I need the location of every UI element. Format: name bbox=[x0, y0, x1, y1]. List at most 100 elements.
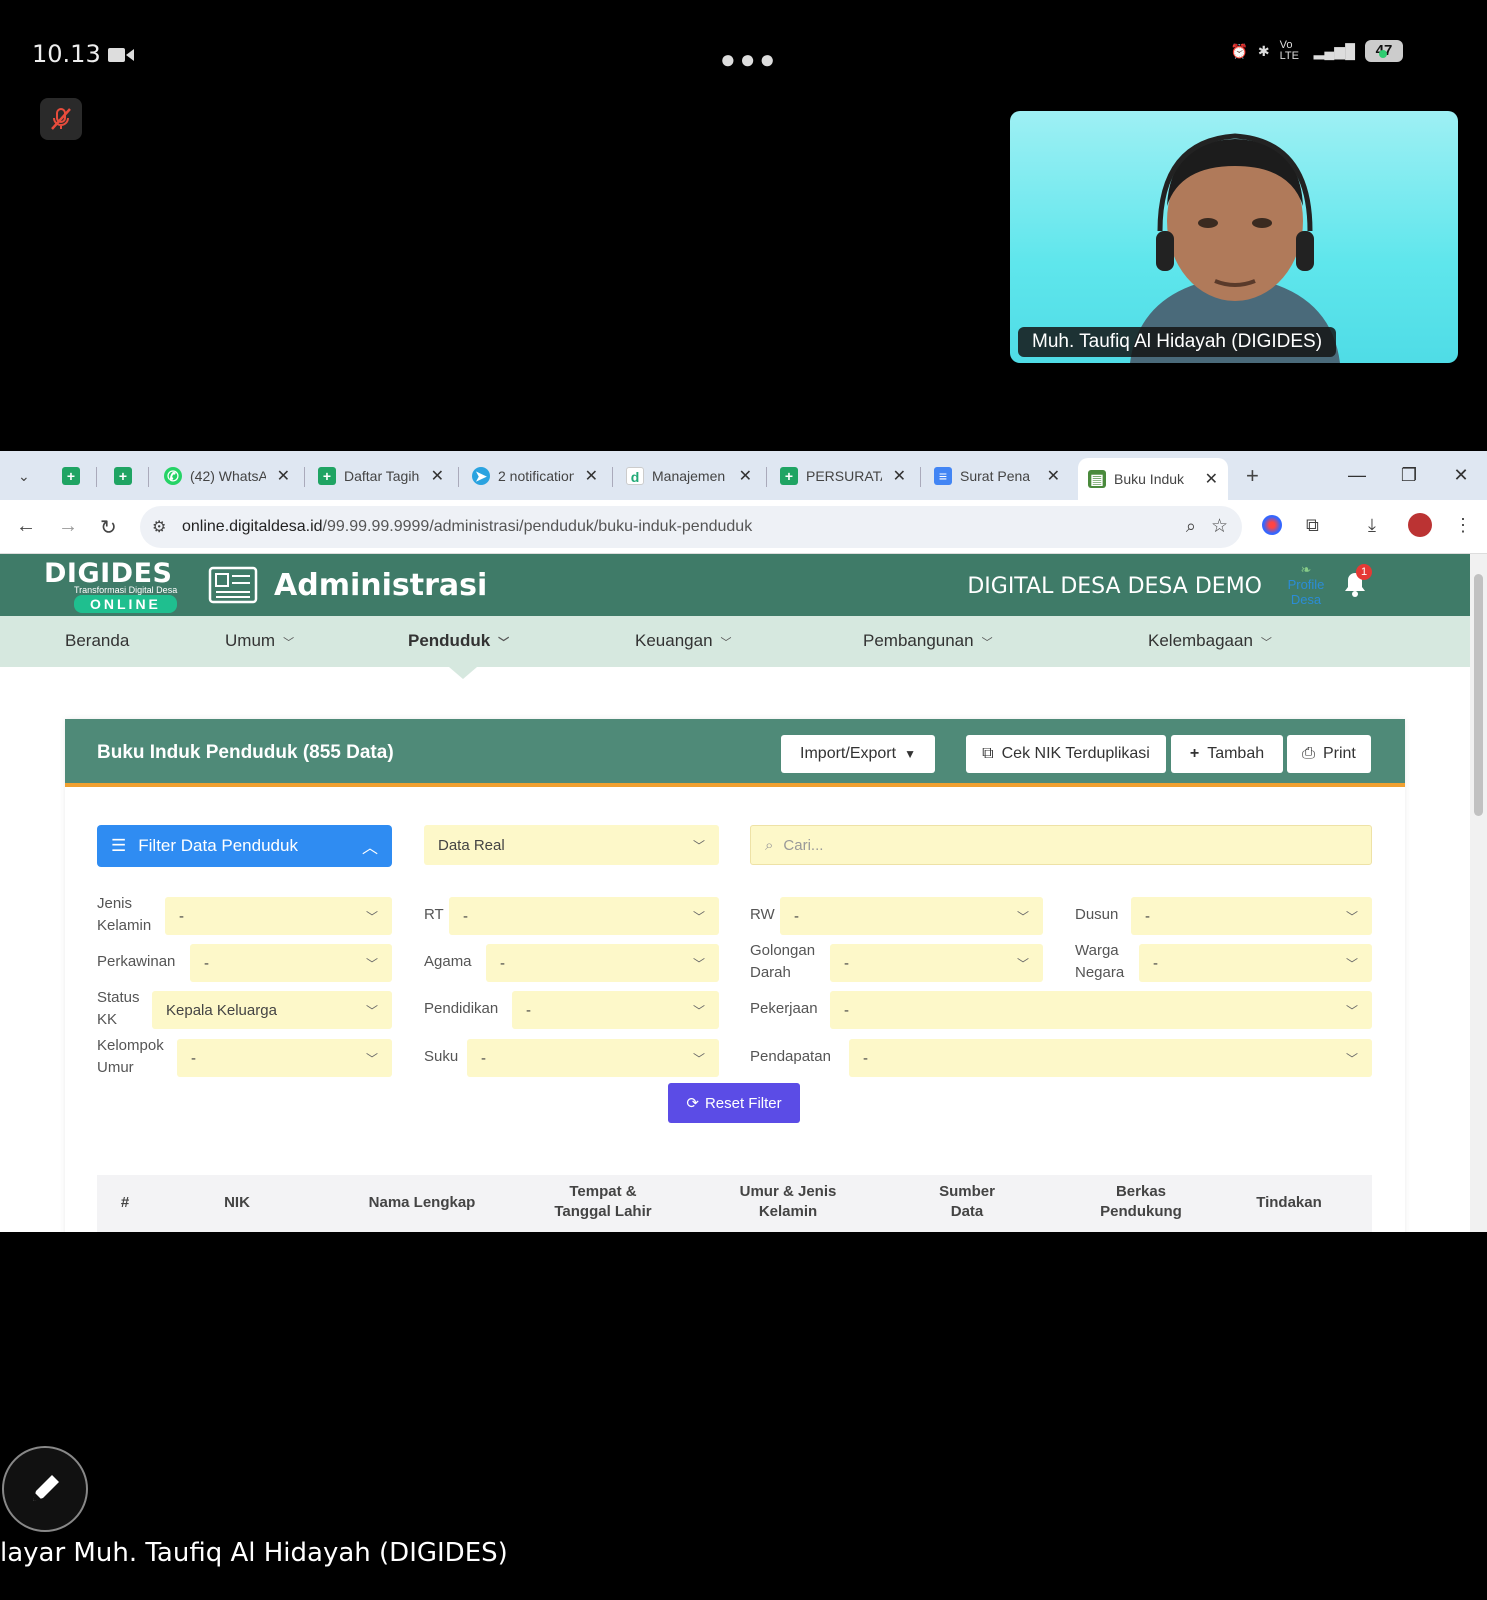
tab-search-button[interactable]: ⌄ bbox=[8, 458, 44, 494]
tab-manajemen[interactable]: d Manajemen ✕ bbox=[616, 458, 762, 494]
digitaldesa-icon: d bbox=[626, 467, 644, 485]
alarm-icon: ⏰ bbox=[1230, 42, 1248, 59]
page-scrollbar[interactable] bbox=[1470, 554, 1487, 1232]
card-header: Buku Induk Penduduk (855 Data) Import/Ex… bbox=[65, 719, 1405, 787]
chevron-down-icon: ﹀ bbox=[1016, 956, 1029, 971]
more-options-icon[interactable]: ●●● bbox=[720, 44, 779, 75]
tambah-button[interactable]: + Tambah bbox=[1171, 735, 1283, 773]
select-warga-negara[interactable]: - ﹀ bbox=[1139, 944, 1372, 982]
tab-pinned-sheets-1[interactable]: + bbox=[52, 458, 92, 494]
chevron-down-icon: ⌄ bbox=[18, 467, 30, 484]
scroll-thumb[interactable] bbox=[1474, 574, 1483, 816]
select-kelompok-umur[interactable]: - ﹀ bbox=[177, 1039, 392, 1077]
col-berkas: Berkas Pendukung bbox=[1100, 1183, 1182, 1220]
close-tab-icon[interactable]: ✕ bbox=[277, 466, 290, 486]
mic-muted-button[interactable] bbox=[40, 98, 82, 140]
label-rw: RW bbox=[750, 906, 775, 923]
button-label: Cek NIK Terduplikasi bbox=[1001, 745, 1150, 762]
label-kelompok-umur: Kelompok Umur bbox=[97, 1037, 164, 1076]
chevron-down-icon: ﹀ bbox=[692, 956, 705, 971]
browser-menu-icon[interactable]: ⋮ bbox=[1454, 515, 1472, 536]
sheets-icon: + bbox=[780, 467, 798, 485]
close-tab-icon[interactable]: ✕ bbox=[431, 466, 444, 486]
label-agama: Agama bbox=[424, 953, 472, 970]
extension-icon[interactable] bbox=[1262, 515, 1282, 535]
restore-icon[interactable]: ❐ bbox=[1383, 465, 1435, 486]
select-suku[interactable]: - ﹀ bbox=[467, 1039, 719, 1077]
nav-keuangan[interactable]: Keuangan ﹀ bbox=[635, 631, 732, 651]
tab-telegram[interactable]: ➤ 2 notifications ✕ bbox=[462, 458, 608, 494]
select-status-kk[interactable]: Kepala Keluarga ﹀ bbox=[152, 991, 392, 1029]
chevron-down-icon: ﹀ bbox=[283, 637, 295, 649]
button-label: Filter Data Penduduk bbox=[138, 836, 298, 855]
nav-pembangunan[interactable]: Pembangunan ﹀ bbox=[863, 631, 993, 651]
tab-buku-induk[interactable]: ▤ Buku Induk ✕ bbox=[1078, 458, 1228, 500]
close-window-icon[interactable]: ✕ bbox=[1435, 465, 1487, 486]
tab-daftar-tagihan[interactable]: + Daftar Tagihan ✕ bbox=[308, 458, 454, 494]
select-pendapatan[interactable]: - ﹀ bbox=[849, 1039, 1372, 1077]
nav-penduduk[interactable]: Penduduk ﹀ bbox=[408, 631, 509, 651]
profile-desa-link[interactable]: ❧ Profile Desa bbox=[1284, 562, 1328, 607]
label-jenis-kelamin: Jenis Kelamin bbox=[97, 895, 152, 934]
new-tab-button[interactable]: + bbox=[1236, 458, 1272, 494]
reset-filter-button[interactable]: ⟳ Reset Filter bbox=[668, 1083, 800, 1123]
search-icon: ⌕ bbox=[765, 836, 774, 854]
profile-avatar[interactable] bbox=[1408, 513, 1432, 537]
data-type-select[interactable]: Data Real ﹀ bbox=[424, 825, 719, 865]
close-tab-icon[interactable]: ✕ bbox=[1205, 469, 1218, 489]
select-jenis-kelamin[interactable]: - ﹀ bbox=[165, 897, 392, 935]
nav-kelembagaan[interactable]: Kelembagaan ﹀ bbox=[1148, 631, 1272, 651]
digides-logo[interactable]: DIGIDES Transformasi Digital Desa ONLINE bbox=[44, 558, 177, 614]
filter-toggle-button[interactable]: ☰ Filter Data Penduduk ︿ bbox=[97, 825, 392, 867]
extensions-puzzle-icon[interactable]: ⧉ bbox=[1306, 515, 1319, 536]
participant-video-tile[interactable]: Muh. Taufiq Al Hidayah (DIGIDES) bbox=[1010, 111, 1458, 363]
notification-button[interactable]: 1 bbox=[1342, 564, 1372, 603]
tab-whatsapp[interactable]: ✆ (42) WhatsApp ✕ bbox=[154, 458, 300, 494]
refresh-icon: ⟳ bbox=[686, 1095, 699, 1112]
cek-nik-button[interactable]: ⧉ Cek NIK Terduplikasi bbox=[966, 735, 1166, 773]
close-tab-icon[interactable]: ✕ bbox=[893, 466, 906, 486]
zoom-icon[interactable]: ⌕ bbox=[1186, 516, 1196, 537]
import-export-button[interactable]: Import/Export ▼ bbox=[781, 735, 935, 773]
reload-icon[interactable]: ↻ bbox=[100, 515, 117, 540]
print-button[interactable]: ⎙ Print bbox=[1287, 735, 1371, 773]
select-pendidikan[interactable]: - ﹀ bbox=[512, 991, 719, 1029]
screen-share-label: layar Muh. Taufiq Al Hidayah (DIGIDES) bbox=[0, 1538, 508, 1568]
forward-arrow-icon[interactable]: → bbox=[58, 515, 78, 538]
nav-beranda[interactable]: Beranda bbox=[65, 631, 129, 651]
nav-label: Penduduk bbox=[408, 631, 491, 650]
select-perkawinan[interactable]: - ﹀ bbox=[190, 944, 392, 982]
select-pekerjaan[interactable]: - ﹀ bbox=[830, 991, 1372, 1029]
tab-surat-pena[interactable]: ≡ Surat Pena ✕ bbox=[924, 458, 1070, 494]
select-value: Kepala Keluarga bbox=[166, 1001, 277, 1019]
chevron-down-icon: ﹀ bbox=[498, 637, 510, 649]
search-input[interactable]: ⌕ Cari... bbox=[750, 825, 1372, 865]
sheets-icon: + bbox=[62, 467, 80, 485]
chevron-down-icon: ﹀ bbox=[1345, 1003, 1358, 1018]
select-golongan-darah[interactable]: - ﹀ bbox=[830, 944, 1043, 982]
label-status-kk: Status KK bbox=[97, 989, 140, 1028]
select-rt[interactable]: - ﹀ bbox=[449, 897, 719, 935]
tab-persuratan[interactable]: + PERSURATAN ✕ bbox=[770, 458, 916, 494]
tab-label: Daftar Tagihan bbox=[344, 468, 420, 484]
nav-umum[interactable]: Umum ﹀ bbox=[225, 631, 294, 651]
video-camera-icon bbox=[108, 48, 134, 62]
tab-pinned-sheets-2[interactable]: + bbox=[104, 458, 144, 494]
leaf-icon: ❧ bbox=[1300, 562, 1312, 577]
select-rw[interactable]: - ﹀ bbox=[780, 897, 1043, 935]
close-tab-icon[interactable]: ✕ bbox=[739, 466, 752, 486]
site-settings-icon[interactable]: ⚙ bbox=[152, 517, 166, 537]
chevron-down-icon: ﹀ bbox=[692, 1051, 705, 1066]
select-dusun[interactable]: - ﹀ bbox=[1131, 897, 1372, 935]
url-field[interactable]: ⚙ online.digitaldesa.id/99.99.99.9999/ad… bbox=[140, 506, 1242, 548]
back-arrow-icon[interactable]: ← bbox=[16, 515, 36, 538]
close-tab-icon[interactable]: ✕ bbox=[585, 466, 598, 486]
bookmark-star-icon[interactable]: ☆ bbox=[1211, 515, 1228, 538]
download-icon[interactable]: ⤓ bbox=[1368, 515, 1376, 536]
col-tindakan: Tindakan bbox=[1256, 1194, 1322, 1211]
select-agama[interactable]: - ﹀ bbox=[486, 944, 719, 982]
close-tab-icon[interactable]: ✕ bbox=[1047, 466, 1060, 486]
annotate-button[interactable] bbox=[2, 1446, 88, 1532]
label-perkawinan: Perkawinan bbox=[97, 953, 176, 970]
minimize-icon[interactable]: — bbox=[1331, 465, 1383, 486]
